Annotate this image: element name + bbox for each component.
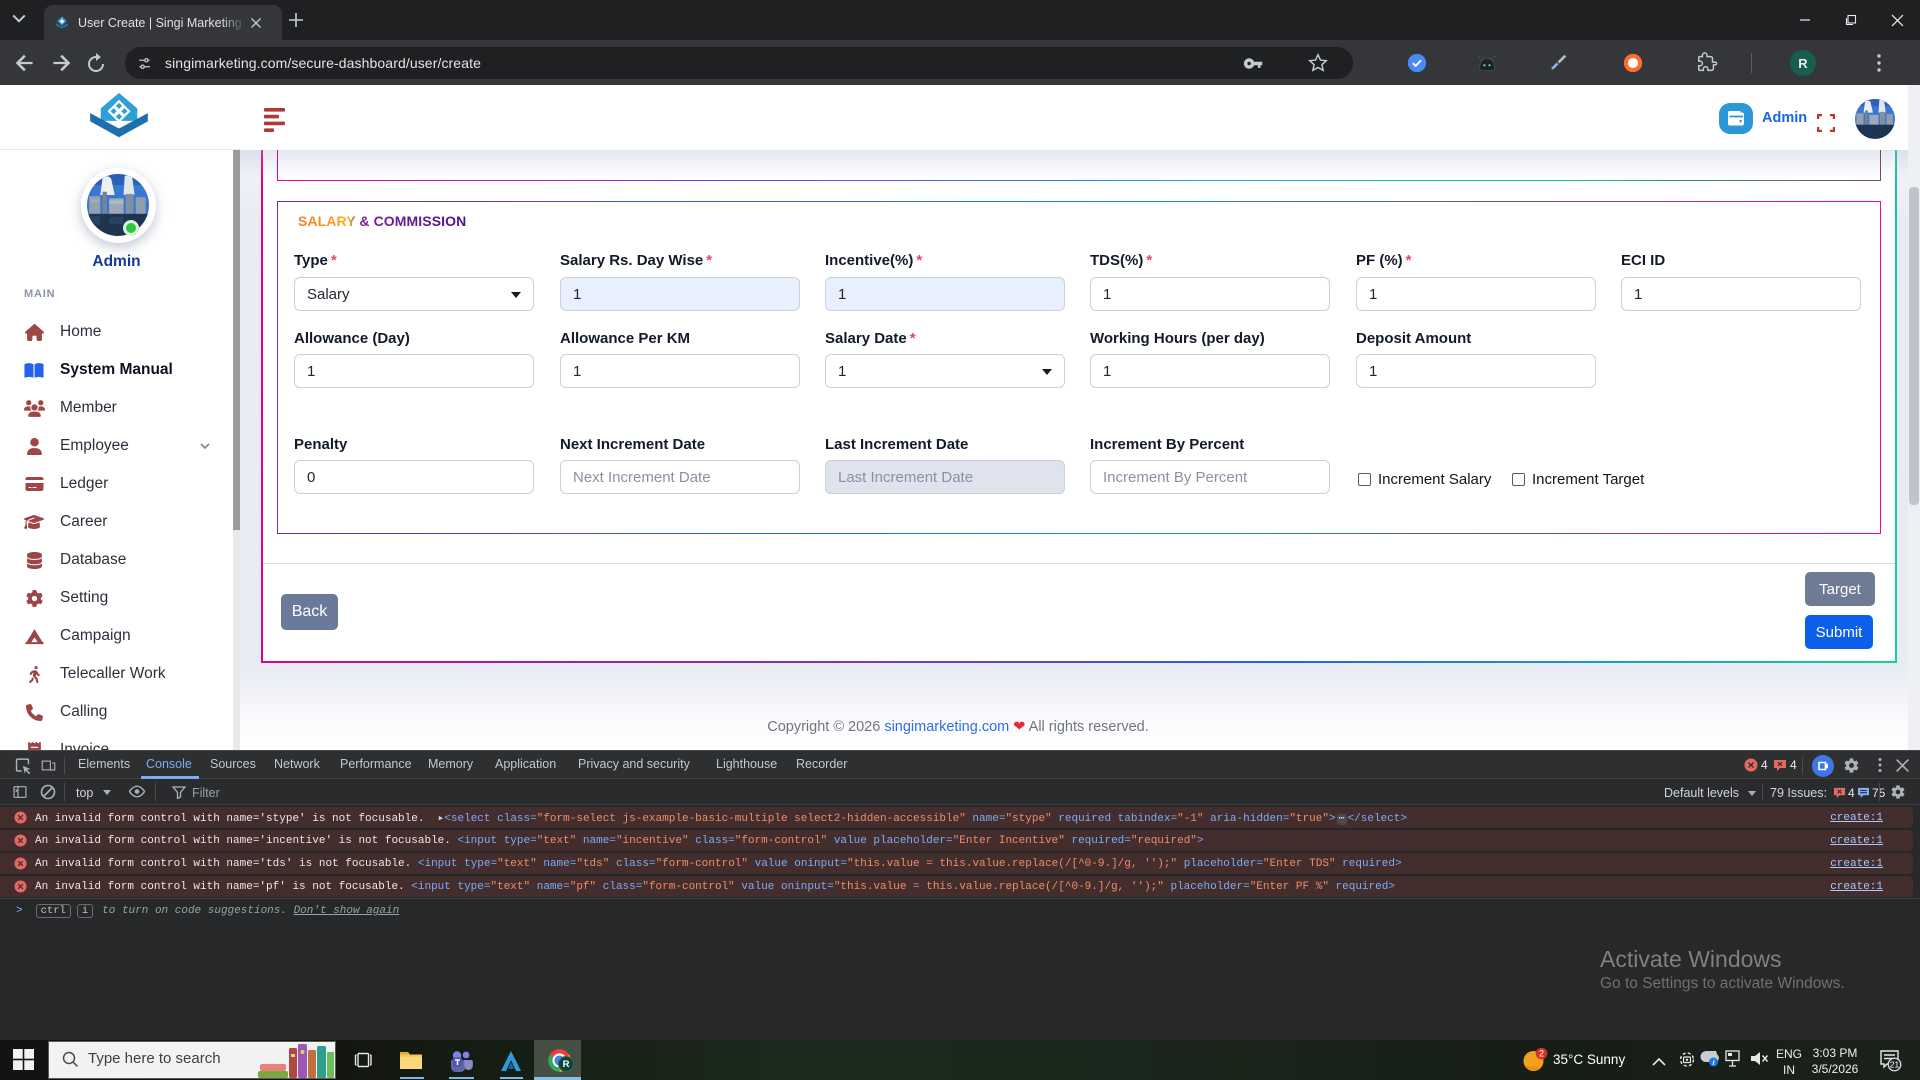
svg-text:21: 21 <box>1890 1060 1900 1070</box>
svg-text:2: 2 <box>1539 1049 1544 1059</box>
